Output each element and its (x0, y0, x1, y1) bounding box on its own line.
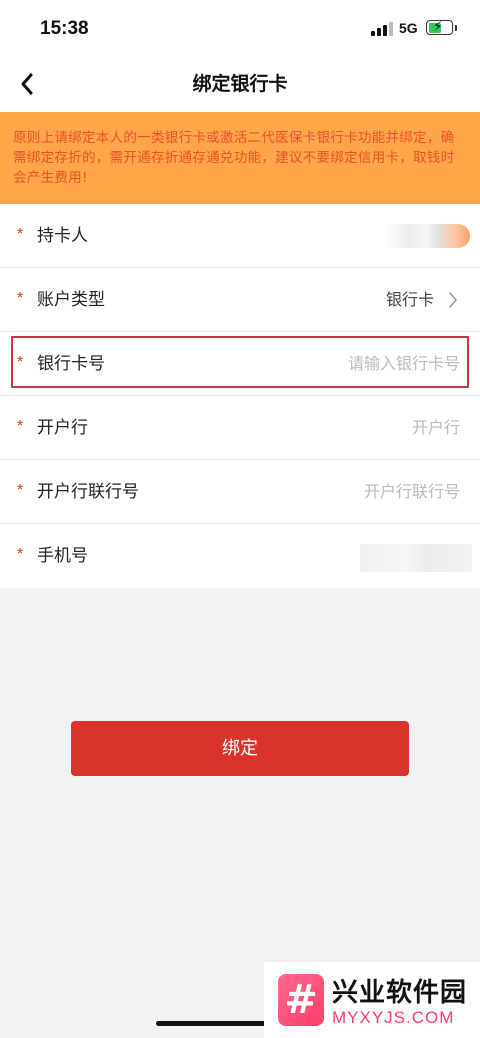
status-time: 15:38 (40, 18, 89, 39)
account-type-label: 账户类型 (37, 290, 105, 310)
bank-branch-row[interactable]: * 开户行 开户行 (0, 396, 480, 460)
signal-icon (371, 22, 393, 36)
chevron-right-icon (449, 292, 457, 308)
network-label: 5G (399, 20, 418, 36)
status-bar: 15:38 5G ⚡ (0, 0, 480, 56)
battery-cap (455, 25, 457, 31)
branch-code-row[interactable]: * 开户行联行号 开户行联行号 (0, 460, 480, 524)
branch-code-input[interactable]: 开户行联行号 (364, 460, 460, 524)
back-button[interactable] (10, 64, 44, 104)
phone-value-masked[interactable] (360, 544, 472, 572)
hash-logo-icon: # (278, 974, 324, 1026)
card-number-row[interactable]: * 银行卡号 请输入银行卡号 (0, 332, 480, 396)
bank-branch-input[interactable]: 开户行 (412, 396, 460, 460)
card-holder-row: * 持卡人 (0, 204, 480, 268)
required-mark: * (17, 354, 24, 371)
card-holder-value-masked (384, 224, 470, 248)
required-mark: * (17, 418, 24, 435)
required-mark: * (17, 226, 24, 243)
required-mark: * (17, 482, 24, 499)
charging-bolt-icon: ⚡ (433, 19, 443, 35)
page-title: 绑定银行卡 (192, 73, 288, 95)
card-number-input[interactable]: 请输入银行卡号 (348, 332, 460, 396)
branch-code-label: 开户行联行号 (37, 482, 139, 502)
account-type-row[interactable]: * 账户类型 银行卡 (0, 268, 480, 332)
nav-bar: 绑定银行卡 (0, 56, 480, 112)
watermark-name: 兴业软件园 (332, 978, 468, 1008)
bind-card-form: * 持卡人 * 账户类型 银行卡 * 银行卡号 请输入银行卡号 * 开户行 开户… (0, 204, 480, 588)
account-type-value[interactable]: 银行卡 (386, 268, 434, 332)
watermark-url: MYXYJS.COM (332, 1008, 455, 1027)
required-mark: * (17, 290, 24, 307)
phone-row[interactable]: * 手机号 (0, 524, 480, 588)
chevron-left-icon (21, 73, 33, 95)
card-number-label: 银行卡号 (37, 354, 105, 374)
bind-button[interactable]: 绑定 (71, 721, 409, 776)
bank-branch-label: 开户行 (37, 418, 88, 438)
notice-banner: 原则上请绑定本人的一类银行卡或激活二代医保卡银行卡功能并绑定，确需绑定存折的，需… (0, 112, 480, 204)
card-holder-label: 持卡人 (37, 226, 88, 246)
watermark: # 兴业软件园 MYXYJS.COM (264, 962, 480, 1038)
phone-label: 手机号 (37, 546, 88, 566)
required-mark: * (17, 546, 24, 563)
notice-text: 原则上请绑定本人的一类银行卡或激活二代医保卡银行卡功能并绑定，确需绑定存折的，需… (13, 130, 455, 186)
